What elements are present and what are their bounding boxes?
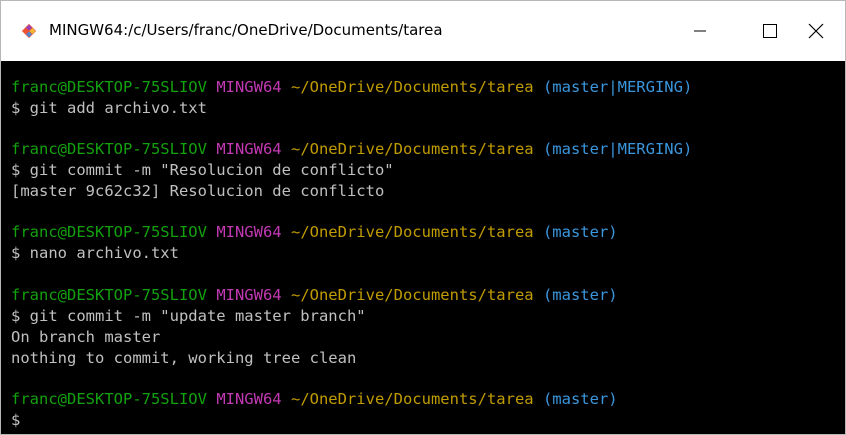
command-line: $ git commit -m "Resolucion de conflicto… xyxy=(11,161,394,179)
window-title: MINGW64:/c/Users/franc/OneDrive/Document… xyxy=(49,21,443,39)
output-line: nothing to commit, working tree clean xyxy=(11,349,357,367)
close-button[interactable] xyxy=(787,1,845,61)
prompt-branch: (master|MERGING) xyxy=(542,78,693,96)
prompt-user-host: franc@DESKTOP-75SLIOV xyxy=(11,286,207,304)
minimize-button[interactable] xyxy=(665,1,735,61)
prompt-user-host: franc@DESKTOP-75SLIOV xyxy=(11,390,207,408)
prompt-branch: (master) xyxy=(542,223,618,241)
minimize-icon xyxy=(694,30,706,32)
command-line: $ git add archivo.txt xyxy=(11,99,207,117)
title-bar[interactable]: MINGW64:/c/Users/franc/OneDrive/Document… xyxy=(1,1,845,61)
prompt-line: franc@DESKTOP-75SLIOV MINGW64 ~/OneDrive… xyxy=(11,139,692,159)
prompt-system: MINGW64 xyxy=(216,140,282,158)
terminal-window: MINGW64:/c/Users/franc/OneDrive/Document… xyxy=(0,0,846,435)
command-line: $ git commit -m "update master branch" xyxy=(11,307,366,325)
prompt-user-host: franc@DESKTOP-75SLIOV xyxy=(11,223,207,241)
output-line: On branch master xyxy=(11,328,161,346)
git-icon xyxy=(21,23,37,39)
close-icon xyxy=(808,23,824,39)
prompt-line: franc@DESKTOP-75SLIOV MINGW64 ~/OneDrive… xyxy=(11,222,618,242)
prompt-path: ~/OneDrive/Documents/tarea xyxy=(290,286,534,304)
prompt-path: ~/OneDrive/Documents/tarea xyxy=(290,390,534,408)
prompt-path: ~/OneDrive/Documents/tarea xyxy=(290,78,534,96)
prompt-branch: (master) xyxy=(542,286,618,304)
prompt-user-host: franc@DESKTOP-75SLIOV xyxy=(11,78,207,96)
prompt-branch: (master) xyxy=(542,390,618,408)
prompt-line: franc@DESKTOP-75SLIOV MINGW64 ~/OneDrive… xyxy=(11,389,618,409)
output-line: [master 9c62c32] Resolucion de conflicto xyxy=(11,182,385,200)
prompt-line: franc@DESKTOP-75SLIOV MINGW64 ~/OneDrive… xyxy=(11,77,692,97)
prompt-user-host: franc@DESKTOP-75SLIOV xyxy=(11,140,207,158)
prompt-system: MINGW64 xyxy=(216,390,282,408)
prompt-system: MINGW64 xyxy=(216,223,282,241)
prompt-line: franc@DESKTOP-75SLIOV MINGW64 ~/OneDrive… xyxy=(11,285,618,305)
prompt-path: ~/OneDrive/Documents/tarea xyxy=(290,223,534,241)
prompt-system: MINGW64 xyxy=(216,78,282,96)
command-line: $ nano archivo.txt xyxy=(11,244,179,262)
prompt-branch: (master|MERGING) xyxy=(542,140,693,158)
command-line[interactable]: $ xyxy=(11,410,20,430)
prompt-system: MINGW64 xyxy=(216,286,282,304)
terminal-output[interactable]: franc@DESKTOP-75SLIOV MINGW64 ~/OneDrive… xyxy=(1,61,845,434)
prompt-path: ~/OneDrive/Documents/tarea xyxy=(290,140,534,158)
maximize-icon xyxy=(763,24,777,38)
